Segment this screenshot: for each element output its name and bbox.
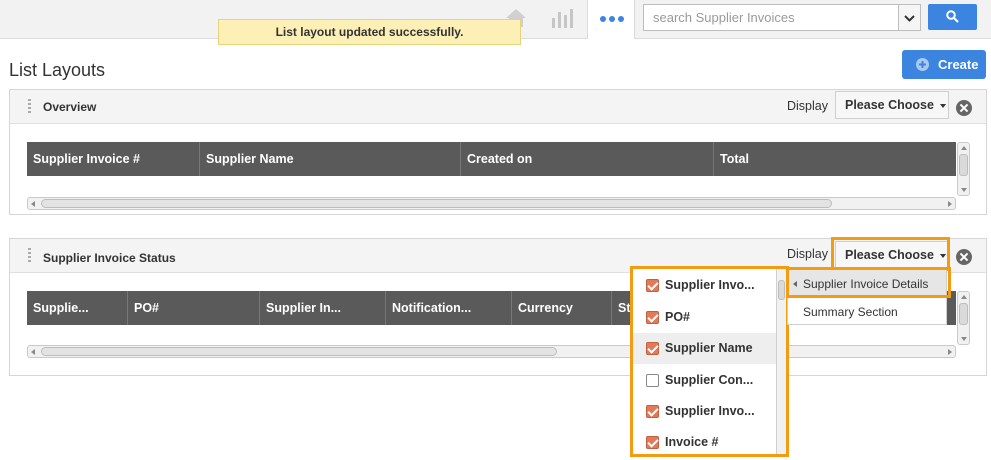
- column-header[interactable]: Supplie...: [27, 291, 127, 325]
- search-button[interactable]: [928, 4, 977, 30]
- caret-down-icon: [939, 103, 946, 108]
- column-header[interactable]: Notification...: [385, 291, 511, 325]
- bar-chart-icon[interactable]: [548, 6, 576, 30]
- chevron-down-icon: [904, 15, 915, 22]
- column-option[interactable]: Supplier Con...: [633, 365, 776, 396]
- checkbox-checked[interactable]: [646, 342, 659, 355]
- column-option[interactable]: Supplier Invo...: [633, 396, 776, 427]
- display-choose-button[interactable]: Please Choose: [835, 91, 949, 119]
- app-root: search Supplier Invoices List layout upd…: [0, 0, 991, 460]
- display-choose-label: Please Choose: [845, 98, 934, 112]
- display-label: Display: [787, 99, 828, 113]
- more-dots-icon: [600, 16, 624, 22]
- column-option[interactable]: PO#: [633, 302, 776, 333]
- column-option[interactable]: Supplier Name: [633, 333, 776, 364]
- column-header[interactable]: Supplier Invoice #: [27, 142, 199, 176]
- column-option-label: Supplier Name: [665, 341, 753, 355]
- close-icon[interactable]: [956, 249, 972, 265]
- checkbox-checked[interactable]: [646, 279, 659, 292]
- search-icon: [946, 10, 959, 23]
- column-option-label: Supplier Invo...: [665, 404, 755, 418]
- create-button-label: Create: [938, 57, 979, 72]
- panel-title: Overview: [43, 100, 97, 114]
- checkbox-unchecked[interactable]: [646, 374, 659, 387]
- checkbox-checked[interactable]: [646, 311, 659, 324]
- column-header[interactable]: Total: [713, 142, 956, 176]
- vertical-scrollbar[interactable]: [957, 142, 970, 196]
- column-option-label: Supplier Con...: [665, 373, 754, 387]
- panel-header: Overview Display Please Choose: [10, 90, 986, 124]
- column-option[interactable]: Invoice #: [633, 427, 776, 454]
- search-scope-dropdown[interactable]: [899, 4, 921, 31]
- horizontal-scrollbar[interactable]: [27, 345, 956, 358]
- drag-handle-icon[interactable]: [28, 99, 31, 113]
- panel-overview: Overview Display Please Choose Supplier …: [9, 89, 987, 215]
- page-title: List Layouts: [9, 60, 106, 80]
- column-option-label: Invoice #: [665, 435, 719, 449]
- grid-header: Supplier Invoice # Supplier Name Created…: [27, 142, 956, 176]
- display-option-label: Summary Section: [803, 305, 898, 319]
- display-label: Display: [787, 247, 828, 261]
- column-header[interactable]: Currency: [511, 291, 611, 325]
- search-input[interactable]: search Supplier Invoices: [643, 4, 899, 31]
- column-option[interactable]: Supplier Invo...: [633, 270, 776, 301]
- create-button[interactable]: Create: [902, 50, 986, 79]
- column-option-label: Supplier Invo...: [665, 278, 755, 292]
- highlight-box: [831, 237, 950, 271]
- highlight-box: [786, 267, 951, 298]
- close-icon[interactable]: [956, 100, 972, 116]
- column-header[interactable]: Supplier Name: [199, 142, 460, 176]
- more-menu-button[interactable]: [587, 0, 635, 39]
- column-header[interactable]: PO#: [127, 291, 259, 325]
- panel-title: Supplier Invoice Status: [43, 251, 176, 265]
- checkbox-checked[interactable]: [646, 405, 659, 418]
- success-toast: List layout updated successfully.: [218, 19, 521, 45]
- drag-handle-icon[interactable]: [28, 248, 31, 262]
- column-header[interactable]: Supplier In...: [259, 291, 385, 325]
- vertical-scrollbar[interactable]: [957, 291, 970, 345]
- column-selector-dropdown: Supplier Invo... PO# Supplier Name Suppl…: [630, 266, 789, 457]
- column-header[interactable]: Created on: [460, 142, 713, 176]
- plus-circle-icon: [916, 58, 929, 71]
- display-option[interactable]: Summary Section: [788, 298, 946, 326]
- horizontal-scrollbar[interactable]: [27, 197, 956, 210]
- dropdown-scrollbar[interactable]: [776, 269, 786, 454]
- column-option-label: PO#: [665, 310, 691, 324]
- checkbox-checked[interactable]: [646, 436, 659, 449]
